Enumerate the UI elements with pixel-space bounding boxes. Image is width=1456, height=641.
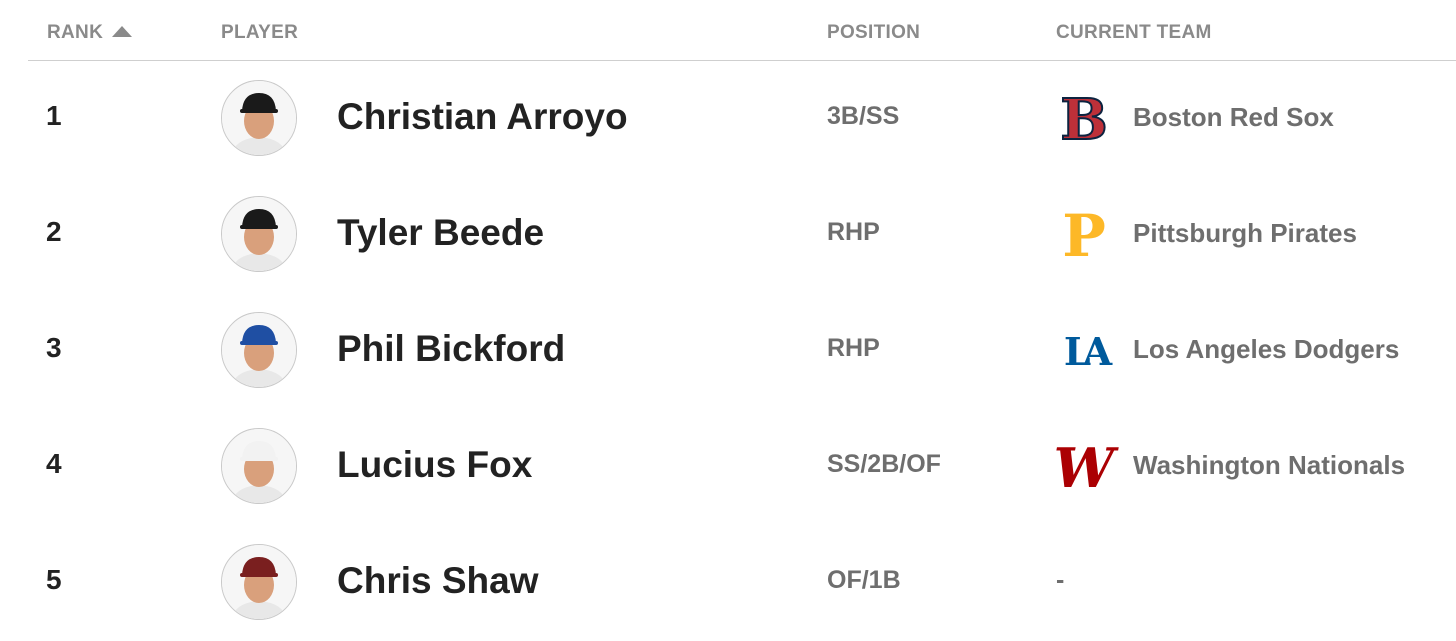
no-team-placeholder: - [1056,566,1065,594]
team-name-link[interactable]: Boston Red Sox [1133,102,1334,133]
team-column-header[interactable]: CURRENT TEAM [1056,22,1212,44]
player-name-link[interactable]: Christian Arroyo [337,96,628,138]
player-avatar[interactable] [221,544,297,620]
sort-ascending-icon[interactable] [112,25,133,37]
player-position: RHP [827,334,880,362]
player-position: SS/2B/OF [827,450,941,478]
player-avatar[interactable] [221,80,297,156]
rank-column-header[interactable]: RANK [47,22,133,44]
team-name-link[interactable]: Los Angeles Dodgers [1133,334,1399,365]
red-sox-logo[interactable]: B [1054,88,1114,152]
player-position: OF/1B [827,566,901,594]
dodgers-logo[interactable]: LA [1054,320,1114,384]
nationals-logo[interactable]: W [1054,436,1115,500]
player-avatar[interactable] [221,428,297,504]
player-name-link[interactable]: Tyler Beede [337,212,544,254]
table-row[interactable]: 1 Christian Arroyo 3B/SS B Boston Red Sox [28,60,1456,176]
player-name-link[interactable]: Lucius Fox [337,444,532,486]
table-row[interactable]: 3 Phil Bickford RHP LA Los Angeles Dodgers [28,292,1456,408]
player-avatar[interactable] [221,196,297,272]
player-position: RHP [827,218,880,246]
table-header: RANK PLAYER POSITION CURRENT TEAM [28,0,1456,61]
team-name-link[interactable]: Pittsburgh Pirates [1133,218,1357,249]
player-column-header[interactable]: PLAYER [221,22,298,44]
table-row[interactable]: 2 Tyler Beede RHP P Pittsburgh Pirates [28,176,1456,292]
rank-number: 4 [46,448,62,479]
rank-number: 5 [46,564,62,595]
player-position: 3B/SS [827,102,900,130]
table-row[interactable]: 4 Lucius Fox SS/2B/OF W Washington Nationals [28,408,1456,524]
rank-number: 1 [46,100,62,131]
rank-number: 3 [46,332,62,363]
pirates-logo[interactable]: P [1054,204,1114,268]
position-column-header[interactable]: POSITION [827,22,920,44]
player-name-link[interactable]: Chris Shaw [337,560,539,602]
rank-header-label: RANK [47,22,104,43]
rank-number: 2 [46,216,62,247]
player-name-link[interactable]: Phil Bickford [337,328,565,370]
table-row[interactable]: 5 Chris Shaw OF/1B - [28,524,1456,640]
player-avatar[interactable] [221,312,297,388]
team-name-link[interactable]: Washington Nationals [1133,450,1405,481]
